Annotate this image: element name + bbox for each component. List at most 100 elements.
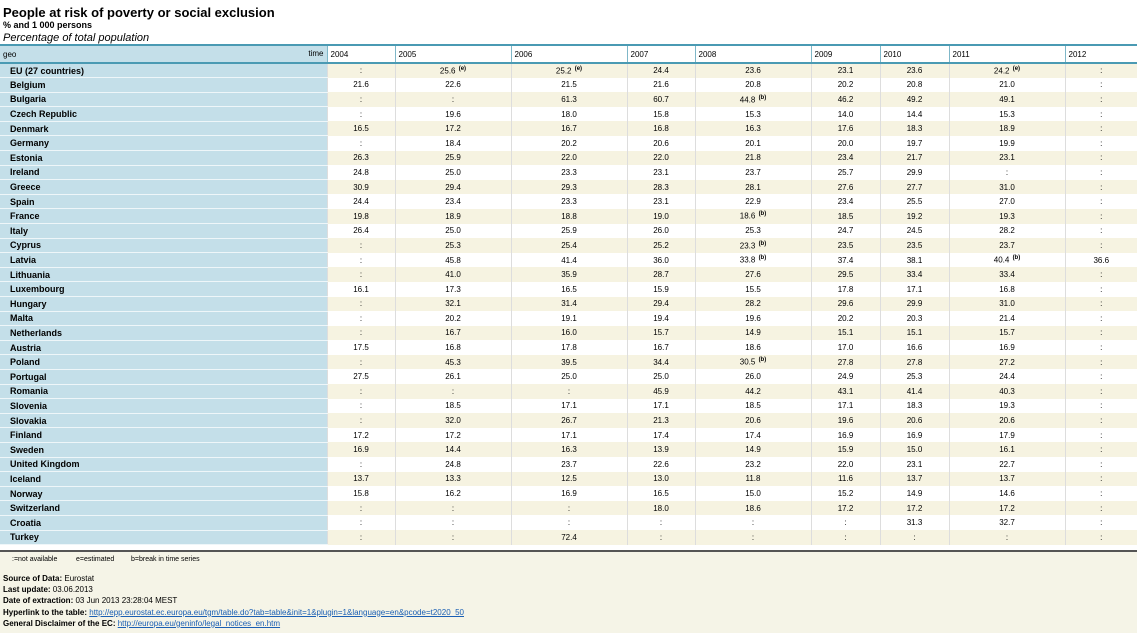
value-cell: 16.5 xyxy=(626,486,695,501)
value-cell: 45.9 xyxy=(626,384,695,399)
value-cell: 13.7 xyxy=(948,471,1065,487)
year-header: 2008 xyxy=(694,44,811,64)
value-cell: : xyxy=(326,515,395,530)
value-cell: 33.8 (b) xyxy=(694,252,811,268)
value-cell: : xyxy=(326,457,395,472)
country-name: Luxembourg xyxy=(0,281,327,297)
value-cell: 33.4 xyxy=(879,267,949,282)
value-cell: 22.9 xyxy=(694,194,811,209)
value-cell: 39.5 xyxy=(510,354,627,370)
value-cell: : xyxy=(1064,457,1137,472)
table-row: Romania:::45.9 44.2 43.1 41.4 40.3: xyxy=(0,384,1137,400)
country-name: Turkey xyxy=(0,530,327,546)
country-name: Ireland xyxy=(0,165,327,181)
value-cell: 49.1 xyxy=(948,92,1065,107)
value-cell: 37.4 xyxy=(810,252,880,268)
value-cell: : xyxy=(1064,296,1137,312)
value-cell: 27.7 xyxy=(879,179,949,195)
value-cell: : xyxy=(948,165,1065,180)
value-cell: 27.2 xyxy=(948,354,1065,370)
value-cell: : xyxy=(510,500,627,516)
country-name: Greece xyxy=(0,179,327,195)
disclaimer-line: General Disclaimer of the EC: http://eur… xyxy=(3,618,281,628)
flag-marker: (b) xyxy=(758,255,767,262)
table-hyperlink[interactable]: http://epp.eurostat.ec.europa.eu/tgm/tab… xyxy=(89,608,464,617)
table-row: Germany:18.4 20.2 20.6 20.1 20.0 19.7 19.9: xyxy=(0,135,1137,152)
value-cell: 30.5 (b) xyxy=(694,354,811,370)
value-cell: 21.8 xyxy=(694,150,811,166)
value-cell: 23.5 xyxy=(810,238,880,253)
value-cell: 40.4 (b) xyxy=(948,252,1065,268)
value-cell: 43.1 xyxy=(810,384,880,399)
value-cell: : xyxy=(1064,121,1137,136)
value-cell: 17.1 xyxy=(510,398,627,414)
value-cell: 25.0 xyxy=(626,369,695,385)
value-cell: 31.0 xyxy=(948,179,1065,195)
value-cell: 18.8 xyxy=(510,208,627,224)
table-row: Switzerland:::18.0 18.6 17.2 17.2 17.2: xyxy=(0,500,1137,516)
value-cell: 23.1 xyxy=(810,63,880,78)
value-cell: 24.2 (e) xyxy=(948,63,1065,78)
value-cell: 20.0 xyxy=(810,135,880,151)
value-cell: : xyxy=(1064,354,1137,370)
value-cell: 15.7 xyxy=(626,325,695,341)
value-cell: 14.4 xyxy=(394,442,511,458)
value-cell: 17.2 xyxy=(810,500,880,516)
value-cell: 22.6 xyxy=(394,77,511,93)
legend-estimated: e=estimated xyxy=(76,556,115,563)
value-cell: : xyxy=(1064,340,1137,355)
disclaimer-link[interactable]: http://europa.eu/geninfo/legal_notices_e… xyxy=(118,619,280,628)
year-header: 2007 xyxy=(626,44,695,64)
value-cell: : xyxy=(626,515,695,530)
value-cell: 19.6 xyxy=(394,106,511,122)
value-cell: : xyxy=(326,135,395,151)
value-cell: : xyxy=(394,515,511,530)
value-cell: 14.9 xyxy=(694,442,811,458)
value-cell: 23.3 (b) xyxy=(694,238,811,253)
value-cell: : xyxy=(394,92,511,107)
value-cell: 19.3 xyxy=(948,208,1065,224)
value-cell: : xyxy=(948,530,1065,545)
country-name: Estonia xyxy=(0,150,327,166)
value-cell: 14.0 xyxy=(810,106,880,122)
geo-time-header: geo time xyxy=(0,44,327,64)
value-cell: 16.1 xyxy=(326,281,395,297)
table-row: Poland:45.3 39.5 34.4 30.5 (b) 27.8 27.8 27.2: xyxy=(0,354,1137,370)
hyperlink-line: Hyperlink to the table: http://epp.euros… xyxy=(3,607,464,617)
value-cell: 21.6 xyxy=(626,77,695,93)
value-cell: : xyxy=(1064,311,1137,326)
value-cell: 25.0 xyxy=(394,223,511,239)
value-cell: : xyxy=(326,500,395,516)
value-cell: 17.3 xyxy=(394,281,511,297)
value-cell: 17.9 xyxy=(948,427,1065,443)
value-cell: : xyxy=(326,296,395,312)
country-name: United Kingdom xyxy=(0,457,327,473)
time-label: time xyxy=(308,49,324,58)
value-cell: : xyxy=(326,106,395,122)
update-line: Last update: 03.06.2013 xyxy=(3,585,93,595)
value-cell: 24.4 xyxy=(326,194,395,209)
value-cell: 18.0 xyxy=(626,500,695,516)
country-name: Netherlands xyxy=(0,325,327,341)
value-cell: 13.3 xyxy=(394,471,511,487)
value-cell: 20.3 xyxy=(879,311,949,326)
value-cell: 23.6 xyxy=(879,63,949,78)
flag-marker: (e) xyxy=(1012,65,1021,72)
value-cell: : xyxy=(1064,442,1137,458)
value-cell: 31.4 xyxy=(510,296,627,312)
value-cell: 16.8 xyxy=(948,281,1065,297)
value-cell: : xyxy=(1064,77,1137,93)
value-cell: 27.8 xyxy=(879,354,949,370)
value-cell: 16.9 xyxy=(810,427,880,443)
table-row: France 19.8 18.9 18.8 19.0 18.6 (b) 18.5 19.2 19… xyxy=(0,208,1137,225)
value-cell: 16.0 xyxy=(510,325,627,341)
value-cell: : xyxy=(1064,398,1137,414)
value-cell: 19.3 xyxy=(948,398,1065,414)
value-cell: 15.9 xyxy=(626,281,695,297)
country-name: Hungary xyxy=(0,296,327,312)
country-name: EU (27 countries) xyxy=(0,63,327,79)
value-cell: : xyxy=(1064,92,1137,107)
value-cell: 28.1 xyxy=(694,179,811,195)
value-cell: 21.5 xyxy=(510,77,627,93)
value-cell: 33.4 xyxy=(948,267,1065,282)
